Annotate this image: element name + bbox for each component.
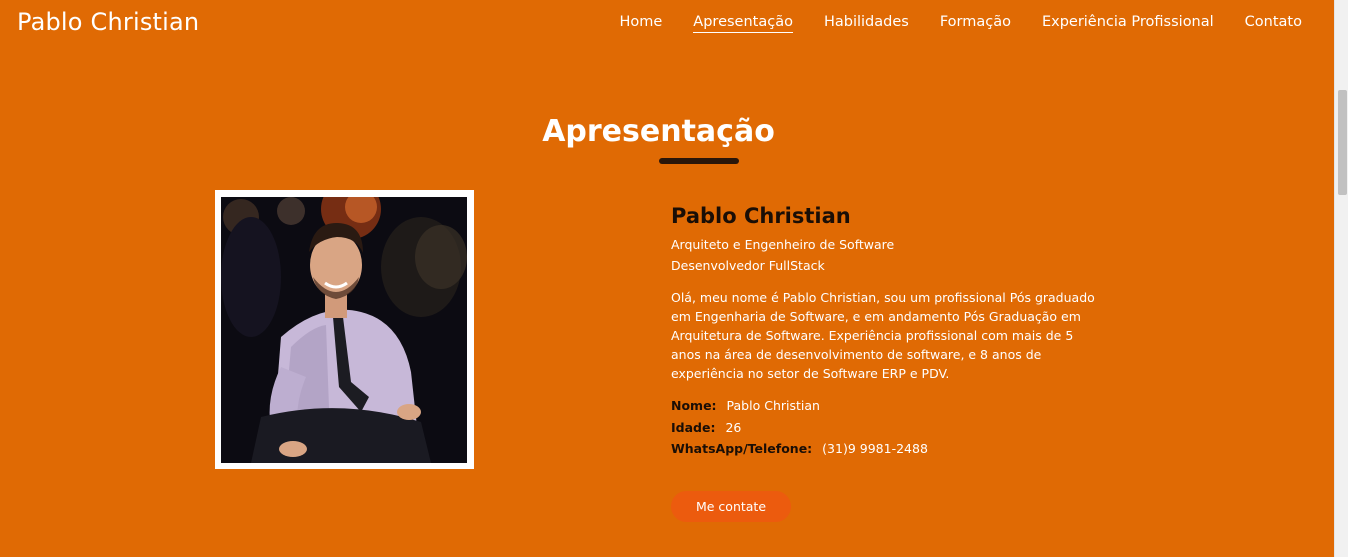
brand-logo-text[interactable]: Pablo Christian [17,8,199,36]
nav-habilidades[interactable]: Habilidades [824,14,909,33]
title-underline [659,158,739,164]
detail-value: (31)9 9981-2488 [822,441,928,456]
profile-role-primary: Arquiteto e Engenheiro de Software [671,237,895,252]
profile-description: Olá, meu nome é Pablo Christian, sou um … [671,290,1095,381]
scrollbar-thumb[interactable] [1338,90,1347,195]
detail-row-name: Nome: Pablo Christian [671,395,1101,417]
detail-key: WhatsApp/Telefone: [671,441,813,456]
profile-info: Pablo Christian Arquiteto e Engenheiro d… [671,204,1101,460]
profile-name: Pablo Christian [671,204,851,228]
detail-value: Pablo Christian [726,398,820,413]
detail-key: Idade: [671,419,716,435]
nav-apresentacao[interactable]: Apresentação [693,14,793,33]
section-title: Apresentação [542,114,775,149]
nav-home[interactable]: Home [619,14,662,33]
nav-contato[interactable]: Contato [1245,14,1302,33]
nav-formacao[interactable]: Formação [940,14,1011,33]
profile-role-secondary: Desenvolvedor FullStack [671,258,825,273]
detail-value: 26 [725,419,742,435]
profile-photo-frame [215,190,474,469]
nav-experiencia[interactable]: Experiência Profissional [1042,14,1214,33]
contact-me-button[interactable]: Me contate [671,491,791,522]
detail-row-phone: WhatsApp/Telefone: (31)9 9981-2488 [671,438,1101,460]
profile-photo [221,197,467,463]
page: Pablo Christian Home Apresentação Habili… [0,0,1334,557]
profile-details: Nome: Pablo Christian Idade: 26 WhatsApp… [671,395,1101,460]
top-nav: Home Apresentação Habilidades Formação E… [619,14,1302,33]
vertical-scrollbar[interactable] [1334,0,1348,557]
detail-row-age: Idade: 26 [671,417,1101,439]
detail-key: Nome: [671,398,717,413]
